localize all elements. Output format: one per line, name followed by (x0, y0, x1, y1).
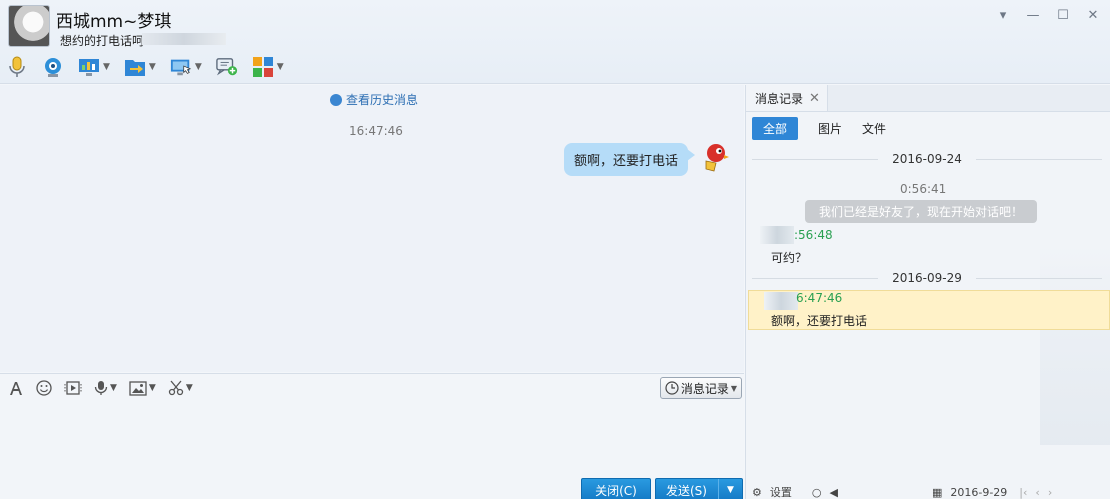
chevron-down-icon[interactable]: ▼ (195, 62, 202, 72)
window-controls: ▾ — ☐ ✕ (992, 6, 1104, 24)
record-text: 可约？ (771, 251, 808, 265)
history-date[interactable]: 2016-9-29 (950, 486, 1007, 499)
create-discussion-button[interactable] (215, 54, 238, 80)
remote-desktop-icon (170, 56, 192, 78)
chevron-down-icon[interactable]: ▼ (186, 383, 193, 393)
chat-header: 西城mm~梦琪 想约的打电话呵 ▾ — ☐ ✕ ▼ ▼ ▼ ▼ (0, 0, 1110, 84)
date-label: 2016-09-24 (892, 152, 962, 166)
file-transfer-button[interactable]: ▼ (124, 54, 156, 80)
chat-messages-area[interactable]: 查看历史消息 16:47:46 额啊，还要打电话 (0, 85, 744, 372)
sender-name-blur (764, 292, 798, 310)
screenshot-button[interactable]: ▼ (168, 380, 193, 396)
send-label: 发送(S) (666, 483, 707, 498)
next-page-icon[interactable]: › (1048, 486, 1052, 499)
signature-blur (142, 33, 226, 45)
close-button[interactable]: 关闭(C) (581, 478, 651, 499)
contact-avatar[interactable] (8, 5, 50, 47)
voice-call-button[interactable] (6, 54, 28, 80)
sender-name-blur (760, 226, 794, 244)
minimize-icon[interactable]: — (1022, 6, 1044, 24)
history-filters: 全部 图片 文件 (752, 117, 886, 140)
message-timestamp: 16:47:46 (349, 124, 403, 138)
chevron-down-icon[interactable]: ▼ (277, 62, 284, 72)
close-tab-icon[interactable]: ✕ (809, 91, 820, 106)
voice-message-button[interactable]: ▼ (94, 380, 117, 396)
input-toolbar: ▼ ▼ ▼ (8, 378, 193, 398)
chevron-down-icon[interactable]: ▼ (149, 62, 156, 72)
video-call-button[interactable] (42, 54, 64, 80)
date-separator: 2016-09-29 (752, 270, 1102, 286)
chevron-down-icon[interactable]: ▼ (103, 62, 110, 72)
message-history-panel: 消息记录 ✕ 全部 图片 文件 2016-09-24 0:56:41 我们已经是… (745, 85, 1110, 499)
date-label: 2016-09-29 (892, 271, 962, 285)
maximize-icon[interactable]: ☐ (1052, 6, 1074, 24)
clock-icon (665, 381, 679, 395)
chevron-down-icon: ▼ (730, 383, 737, 393)
record-timestamp: 6:47:46 (796, 291, 843, 305)
self-avatar[interactable] (698, 141, 730, 173)
chevron-down-icon[interactable]: ▼ (149, 383, 156, 393)
screen-share-icon (78, 56, 100, 78)
contact-name[interactable]: 西城mm~梦琪 (56, 7, 171, 32)
tab-message-history-label: 消息记录 (755, 91, 804, 106)
apps-icon (252, 56, 274, 78)
gif-icon[interactable] (64, 380, 82, 396)
view-history-label: 查看历史消息 (346, 93, 419, 107)
view-history-link[interactable]: 查看历史消息 (330, 91, 418, 108)
send-button[interactable]: 发送(S) ▼ (655, 478, 743, 499)
speaker-icon[interactable]: ◀ (829, 486, 837, 499)
message-history-label: 消息记录 (680, 381, 729, 396)
chevron-down-icon[interactable]: ▼ (110, 383, 117, 393)
message-history-button[interactable]: 消息记录 ▼ (659, 377, 742, 399)
file-transfer-icon (124, 56, 146, 78)
filter-images[interactable]: 图片 (818, 117, 842, 140)
calendar-icon[interactable]: ▦ (932, 486, 942, 499)
clock-icon (330, 93, 342, 106)
settings-label[interactable]: 设置 (770, 484, 792, 499)
message-input-area[interactable]: ▼ ▼ ▼ 消息记录 ▼ 关闭(C) 发送(S) ▼ (0, 373, 744, 499)
record-text: 额啊，还要打电话 (771, 314, 868, 328)
apps-button[interactable]: ▼ (252, 54, 284, 80)
remote-desktop-button[interactable]: ▼ (170, 54, 202, 80)
history-panel-footer: ⚙ 设置 ○ ◀ ▦ 2016-9-29 |‹ ‹ › (746, 485, 1110, 499)
dropdown-icon[interactable]: ▾ (992, 6, 1014, 24)
microphone-icon (6, 56, 28, 78)
system-notice: 我们已经是好友了，现在开始对话吧！ (805, 200, 1037, 223)
screen-share-button[interactable]: ▼ (78, 54, 110, 80)
emoji-icon[interactable] (36, 380, 52, 396)
close-icon[interactable]: ✕ (1082, 6, 1104, 24)
contact-signature: 想约的打电话呵 (60, 34, 145, 48)
filter-files[interactable]: 文件 (862, 117, 886, 140)
message-bubble: 额啊，还要打电话 (563, 143, 696, 176)
first-page-icon[interactable]: |‹ (1019, 486, 1027, 499)
send-options-chevron-icon[interactable]: ▼ (718, 479, 742, 499)
font-icon[interactable] (8, 380, 24, 396)
system-timestamp: 0:56:41 (900, 182, 947, 196)
record-timestamp: :56:48 (794, 228, 833, 242)
settings-icon[interactable]: ⚙ (752, 486, 762, 499)
image-button[interactable]: ▼ (129, 380, 156, 396)
date-separator: 2016-09-24 (752, 151, 1102, 167)
tab-message-history[interactable]: 消息记录 ✕ (746, 85, 828, 111)
search-icon[interactable]: ○ (812, 486, 822, 499)
webcam-icon (42, 56, 64, 78)
previous-page-icon[interactable]: ‹ (1035, 486, 1039, 499)
add-chat-icon (215, 56, 238, 78)
chat-toolbar: ▼ ▼ ▼ ▼ (6, 52, 284, 82)
filter-all[interactable]: 全部 (752, 117, 799, 140)
